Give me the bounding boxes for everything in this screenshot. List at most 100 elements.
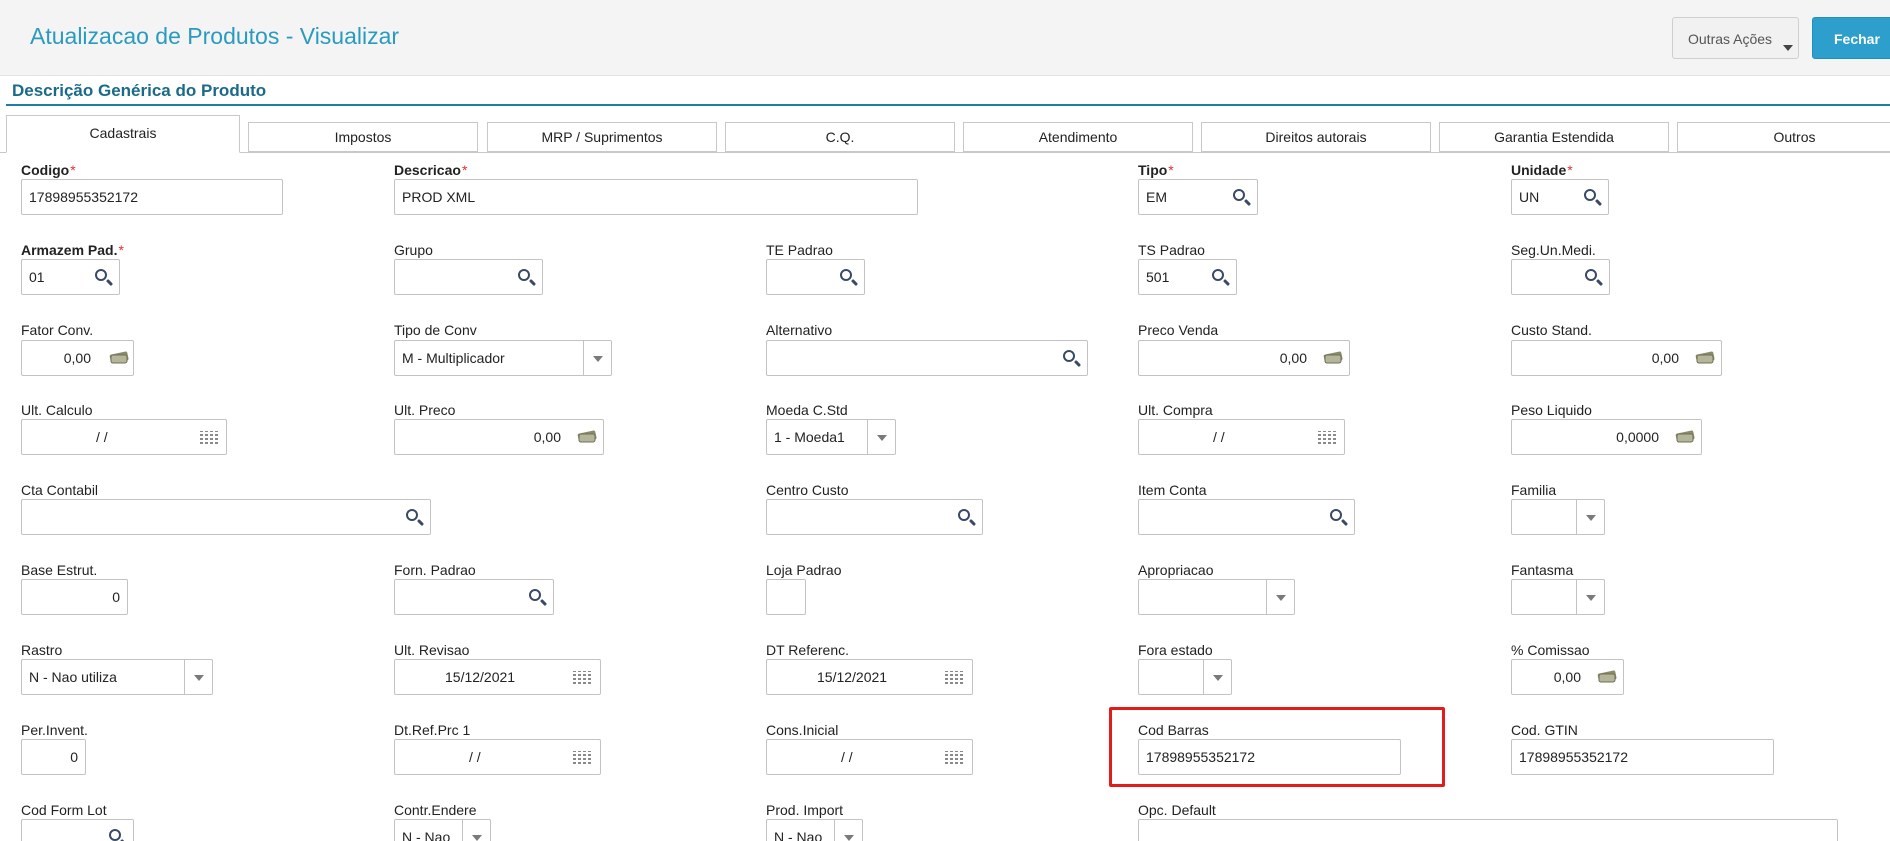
- calendar-icon[interactable]: [945, 751, 963, 764]
- ts-padrao-field[interactable]: 501: [1138, 259, 1237, 295]
- search-icon[interactable]: [89, 260, 117, 294]
- base-estrut-field[interactable]: 0: [21, 579, 128, 615]
- loja-padrao-field[interactable]: [766, 579, 806, 615]
- custo-stand-label: Custo Stand.: [1511, 322, 1592, 338]
- cod-form-lot-field[interactable]: [21, 819, 134, 841]
- custo-stand-field[interactable]: 0,00: [1511, 340, 1722, 376]
- per-invent-field[interactable]: 0: [21, 739, 86, 775]
- dt-ref-prc-field[interactable]: / /: [394, 739, 601, 775]
- search-icon[interactable]: [512, 260, 540, 294]
- descricao-label: Descricao*: [394, 162, 468, 178]
- highlight-box: [1109, 707, 1445, 787]
- codigo-field[interactable]: 17898955352172: [21, 179, 283, 215]
- preco-venda-label: Preco Venda: [1138, 322, 1219, 338]
- dt-referenc-field[interactable]: 15/12/2021: [766, 659, 973, 695]
- tab-garantia-estendida[interactable]: Garantia Estendida: [1439, 122, 1669, 152]
- money-icon[interactable]: [1674, 430, 1696, 443]
- tab-mrp-suprimentos[interactable]: MRP / Suprimentos: [487, 122, 717, 152]
- armazem-label: Armazem Pad.*: [21, 242, 124, 258]
- ult-revisao-field[interactable]: 15/12/2021: [394, 659, 601, 695]
- search-icon[interactable]: [952, 500, 980, 534]
- tab-atendimento[interactable]: Atendimento: [963, 122, 1193, 152]
- armazem-field[interactable]: 01: [21, 259, 120, 295]
- money-icon[interactable]: [576, 430, 598, 443]
- money-icon[interactable]: [1322, 351, 1344, 364]
- fora-estado-select[interactable]: [1138, 659, 1232, 695]
- centro-custo-field[interactable]: [766, 499, 983, 535]
- search-icon[interactable]: [103, 820, 131, 841]
- ult-compra-field[interactable]: / /: [1138, 419, 1345, 455]
- tab-direitos-autorais[interactable]: Direitos autorais: [1201, 122, 1431, 152]
- calendar-icon[interactable]: [945, 671, 963, 684]
- contr-endere-select[interactable]: N - Nao: [394, 819, 491, 841]
- chevron-down-icon: [472, 835, 482, 841]
- product-form-page: Atualizacao de Produtos - Visualizar Out…: [0, 0, 1890, 841]
- peso-liquido-label: Peso Liquido: [1511, 402, 1592, 418]
- comissao-field[interactable]: 0,00: [1511, 659, 1624, 695]
- tab-cadastrais[interactable]: Cadastrais: [6, 115, 240, 153]
- ult-calculo-field[interactable]: / /: [21, 419, 227, 455]
- cta-contabil-label: Cta Contabil: [21, 482, 99, 498]
- ult-preco-field[interactable]: 0,00: [394, 419, 604, 455]
- tipo-conv-value: M - Multiplicador: [402, 350, 505, 366]
- calendar-icon[interactable]: [1318, 431, 1336, 444]
- prod-import-select[interactable]: N - Nao: [766, 819, 863, 841]
- calendar-icon[interactable]: [200, 431, 218, 444]
- search-icon[interactable]: [1206, 260, 1234, 294]
- search-icon[interactable]: [1227, 180, 1255, 214]
- preco-venda-field[interactable]: 0,00: [1138, 340, 1350, 376]
- opc-default-field[interactable]: [1138, 819, 1838, 841]
- cta-contabil-field[interactable]: [21, 499, 431, 535]
- calendar-icon[interactable]: [573, 671, 591, 684]
- tab-impostos[interactable]: Impostos: [248, 122, 478, 152]
- cons-inicial-label: Cons.Inicial: [766, 722, 839, 738]
- search-icon[interactable]: [1057, 341, 1085, 375]
- ult-compra-value: / /: [1213, 429, 1225, 445]
- cons-inicial-field[interactable]: / /: [766, 739, 973, 775]
- fora-estado-label: Fora estado: [1138, 642, 1213, 658]
- cod-gtin-value: 17898955352172: [1519, 749, 1629, 765]
- money-icon[interactable]: [1694, 351, 1716, 364]
- money-icon[interactable]: [1596, 670, 1618, 683]
- ult-revisao-value: 15/12/2021: [445, 669, 516, 685]
- chevron-down-icon: [1213, 675, 1223, 681]
- apropriacao-select[interactable]: [1138, 579, 1295, 615]
- fator-conv-field[interactable]: 0,00: [21, 340, 134, 376]
- moeda-cstd-select[interactable]: 1 - Moeda1: [766, 419, 896, 455]
- search-icon[interactable]: [1578, 180, 1606, 214]
- item-conta-field[interactable]: [1138, 499, 1355, 535]
- fantasma-select[interactable]: [1511, 579, 1605, 615]
- cod-gtin-field[interactable]: 17898955352172: [1511, 739, 1774, 775]
- per-invent-value: 0: [70, 749, 78, 765]
- money-icon[interactable]: [108, 351, 130, 364]
- search-icon[interactable]: [400, 500, 428, 534]
- search-icon[interactable]: [523, 580, 551, 614]
- seg-un-field[interactable]: [1511, 259, 1610, 295]
- te-padrao-field[interactable]: [766, 259, 865, 295]
- apropriacao-label: Apropriacao: [1138, 562, 1214, 578]
- centro-custo-label: Centro Custo: [766, 482, 849, 498]
- forn-padrao-field[interactable]: [394, 579, 554, 615]
- grupo-field[interactable]: [394, 259, 543, 295]
- tab-outros[interactable]: Outros: [1677, 122, 1890, 152]
- search-icon[interactable]: [1324, 500, 1352, 534]
- familia-select[interactable]: [1511, 499, 1605, 535]
- search-icon[interactable]: [1579, 260, 1607, 294]
- outras-acoes-button[interactable]: Outras Ações: [1672, 17, 1799, 59]
- tab-cq[interactable]: C.Q.: [725, 122, 955, 152]
- fechar-button[interactable]: Fechar: [1812, 17, 1890, 59]
- tabs-divider: [0, 152, 1890, 153]
- unidade-field[interactable]: UN: [1511, 179, 1609, 215]
- tipo-field[interactable]: EM: [1138, 179, 1258, 215]
- descricao-field[interactable]: PROD XML: [394, 179, 918, 215]
- header-bar: Atualizacao de Produtos - Visualizar Out…: [0, 0, 1890, 76]
- search-icon[interactable]: [834, 260, 862, 294]
- peso-liquido-field[interactable]: 0,0000: [1511, 419, 1702, 455]
- contr-endere-value: N - Nao: [402, 829, 451, 841]
- cons-inicial-value: / /: [841, 749, 853, 765]
- tipo-conv-select[interactable]: M - Multiplicador: [394, 340, 612, 376]
- dt-referenc-label: DT Referenc.: [766, 642, 849, 658]
- alternativo-field[interactable]: [766, 340, 1088, 376]
- rastro-select[interactable]: N - Nao utiliza: [21, 659, 213, 695]
- calendar-icon[interactable]: [573, 751, 591, 764]
